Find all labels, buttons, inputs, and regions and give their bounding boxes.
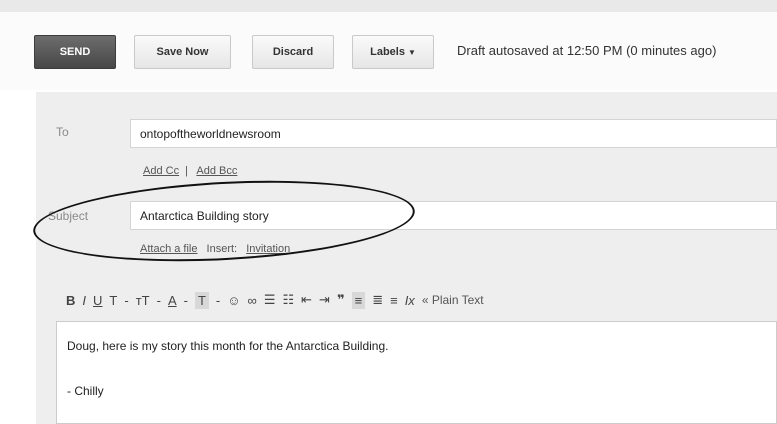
quote-icon[interactable]: ❞ [337,292,345,308]
autosave-status: Draft autosaved at 12:50 PM (0 minutes a… [457,43,717,58]
formatting-toolbar: B I U T - тT - A - T - ☺ ∞ ☰ ☷ ⇤ ⇥ ❞ ≡ ≣… [66,288,484,312]
add-bcc-link[interactable]: Add Bcc [196,165,237,177]
plain-text-link[interactable]: « Plain Text [422,293,484,307]
message-body-editor[interactable]: Doug, here is my story this month for th… [56,321,777,424]
attach-insert-row: Attach a file Insert: Invitation [140,243,296,255]
align-left-icon[interactable]: ≡ [351,291,366,309]
separator: | [185,165,188,177]
indent-less-icon[interactable]: ⇤ [301,292,312,308]
indent-more-icon[interactable]: ⇥ [319,292,330,308]
text-color-icon[interactable]: A [168,293,177,308]
chevron-down-icon: ▼ [407,47,416,57]
subject-field[interactable]: Antarctica Building story [130,201,777,230]
clear-formatting-icon[interactable]: Ix [405,293,415,308]
send-label: SEND [59,46,91,58]
labels-dropdown-button[interactable]: Labels ▼ [352,35,434,69]
to-value: ontopoftheworldnewsroom [140,126,281,141]
font-icon[interactable]: T [109,293,117,308]
subject-value: Antarctica Building story [140,208,269,223]
discard-button[interactable]: Discard [252,35,334,69]
save-now-button[interactable]: Save Now [134,35,231,69]
emoji-icon[interactable]: ☺ [227,293,240,308]
message-line: Doug, here is my story this month for th… [67,339,389,353]
font-size-icon[interactable]: тT [136,293,150,308]
numbered-list-icon[interactable]: ☰ [264,292,276,308]
dropdown-arrow-icon[interactable]: - [184,293,188,308]
insert-label: Insert: [206,243,238,255]
dropdown-arrow-icon[interactable]: - [124,293,128,308]
underline-icon[interactable]: U [93,293,102,308]
add-cc-link[interactable]: Add Cc [143,165,179,177]
cc-bcc-links: Add Cc | Add Bcc [143,165,243,177]
bold-icon[interactable]: B [66,293,75,308]
attach-file-link[interactable]: Attach a file [140,243,197,255]
discard-label: Discard [272,46,314,58]
window-top-edge [0,0,777,12]
subject-label: Subject [48,209,89,223]
send-button[interactable]: SEND [34,35,116,69]
align-right-icon[interactable]: ≡ [390,293,398,308]
dropdown-arrow-icon[interactable]: - [157,293,161,308]
align-center-icon[interactable]: ≣ [372,292,383,308]
italic-icon[interactable]: I [82,293,86,308]
bullet-list-icon[interactable]: ☷ [282,292,294,308]
insert-invitation-link[interactable]: Invitation [246,243,290,255]
link-icon[interactable]: ∞ [248,293,257,308]
dropdown-arrow-icon[interactable]: - [216,293,220,308]
labels-label: Labels [370,46,405,58]
to-field[interactable]: ontopoftheworldnewsroom [130,119,777,148]
save-now-label: Save Now [156,46,209,58]
message-signature: - Chilly [67,384,104,398]
highlight-color-icon[interactable]: T [194,291,209,309]
to-label: To [56,125,69,139]
